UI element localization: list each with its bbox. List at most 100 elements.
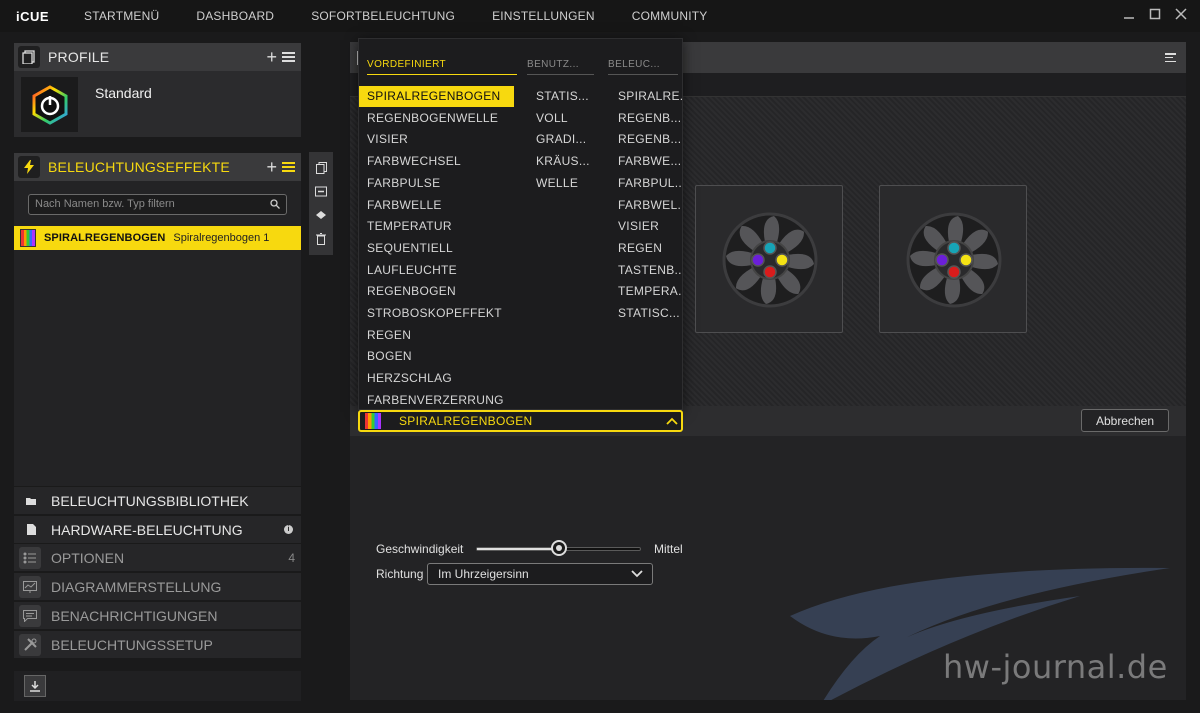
effect-option[interactable]: TEMPERA... [618, 281, 682, 302]
effect-option[interactable]: LAUFLEUCHTE [359, 260, 514, 281]
effect-option[interactable]: STATISC... [618, 303, 682, 324]
options-list-icon [19, 546, 41, 569]
nav-settings[interactable]: EINSTELLUNGEN [492, 9, 595, 23]
add-profile-icon[interactable]: + [266, 48, 277, 66]
effect-option[interactable]: REGEN [618, 238, 682, 259]
notifications-section[interactable]: BENACHRICHTIGUNGEN [14, 601, 301, 629]
options-count: 4 [288, 550, 295, 565]
effects-header-title: BELEUCHTUNGSEFFEKTE [48, 159, 230, 175]
effect-option[interactable]: VOLL [536, 108, 606, 129]
effect-search-input[interactable]: Nach Namen bzw. Typ filtern [28, 194, 287, 215]
effect-option[interactable]: FARBWECHSEL [359, 151, 514, 172]
effect-tool-strip [309, 152, 333, 255]
speed-slider-handle[interactable] [550, 540, 567, 556]
hardware-lighting-section[interactable]: HARDWARE-BELEUCHTUNG i [14, 515, 301, 543]
effect-option[interactable]: SPIRALRE... [618, 86, 682, 107]
tab-lighting[interactable]: BELEUC... [608, 59, 678, 75]
add-effect-icon[interactable]: + [266, 158, 277, 176]
monitor-chart-icon [19, 575, 41, 598]
copy-icon[interactable] [315, 161, 327, 174]
effect-option[interactable]: STATIS... [536, 86, 606, 107]
section-title: BELEUCHTUNGSSETUP [51, 636, 213, 653]
effects-list: Nach Namen bzw. Typ filtern SPIRALREGENB… [14, 181, 301, 486]
section-title: DIAGRAMMERSTELLUNG [51, 578, 222, 595]
document-icon [24, 524, 38, 535]
effect-option[interactable]: REGENB... [618, 108, 682, 129]
diagram-section[interactable]: DIAGRAMMERSTELLUNG [14, 572, 301, 600]
lightning-icon [18, 156, 40, 178]
speed-label: Geschwindigkeit [376, 542, 464, 556]
lighting-library-section[interactable]: BELEUCHTUNGSBIBLIOTHEK [14, 486, 301, 514]
fan-device-2[interactable] [879, 185, 1027, 333]
profile-menu-icon[interactable] [282, 52, 295, 62]
profile-card[interactable]: Standard [14, 71, 301, 137]
fan-device-1[interactable] [695, 185, 843, 333]
profile-header: PROFILE + [14, 43, 301, 71]
cancel-button[interactable]: Abbrechen [1081, 409, 1169, 432]
effect-option[interactable]: STROBOSKOPEFFEKT [359, 303, 514, 324]
effect-option[interactable]: REGENBOGEN [359, 281, 514, 302]
effect-option[interactable]: REGENBOGENWELLE [359, 108, 514, 129]
effect-option[interactable]: VISIER [359, 129, 514, 150]
effect-list-item[interactable]: SPIRALREGENBOGEN Spiralregenbogen 1 [14, 226, 301, 250]
effect-name: Spiralregenbogen 1 [173, 232, 270, 244]
tab-custom[interactable]: BENUTZ... [527, 59, 594, 75]
effect-option[interactable]: BOGEN [359, 346, 514, 367]
effect-option[interactable]: FARBENVERZERRUNG [359, 390, 514, 411]
layers-icon[interactable] [315, 209, 327, 221]
rainbow-swatch-icon [365, 413, 381, 429]
direction-dropdown[interactable]: Im Uhrzeigersinn [427, 563, 653, 585]
effect-option[interactable]: FARBWEL... [618, 195, 682, 216]
profile-header-title: PROFILE [48, 49, 110, 65]
nav-dashboard[interactable]: DASHBOARD [196, 9, 274, 23]
tools-icon [19, 633, 41, 656]
effect-type-select[interactable]: SPIRALREGENBOGEN [358, 410, 683, 432]
profile-avatar [21, 77, 78, 132]
close-icon[interactable] [1174, 7, 1188, 21]
effect-type-value: SPIRALREGENBOGEN [399, 414, 533, 428]
speed-value: Mittel [654, 542, 683, 556]
effect-option[interactable]: SEQUENTIELL [359, 238, 514, 259]
search-icon [270, 199, 280, 209]
search-placeholder: Nach Namen bzw. Typ filtern [35, 198, 175, 210]
effects-header: BELEUCHTUNGSEFFEKTE + [14, 153, 301, 181]
effect-option[interactable]: HERZSCHLAG [359, 368, 514, 389]
rainbow-swatch-icon [20, 229, 36, 247]
profile-name: Standard [95, 85, 152, 101]
effect-type-popup: VORDEFINIERT BENUTZ... BELEUC... SPIRALR… [358, 38, 683, 410]
window-controls [1122, 7, 1188, 21]
nav-startmenu[interactable]: STARTMENÜ [84, 9, 159, 23]
effect-option[interactable]: VISIER [618, 216, 682, 237]
nav-instant-lighting[interactable]: SOFORTBELEUCHTUNG [311, 9, 455, 23]
nav-community[interactable]: COMMUNITY [632, 9, 708, 23]
minimize-icon[interactable] [1122, 7, 1136, 21]
maximize-icon[interactable] [1148, 7, 1162, 21]
effect-option[interactable]: WELLE [536, 173, 606, 194]
effect-option[interactable]: FARBPUL... [618, 173, 682, 194]
effect-option[interactable]: FARBWELLE [359, 195, 514, 216]
section-title: BELEUCHTUNGSBIBLIOTHEK [51, 492, 249, 509]
direction-label: Richtung [376, 567, 424, 581]
direction-value: Im Uhrzeigersinn [438, 567, 529, 581]
section-title: BENACHRICHTIGUNGEN [51, 607, 218, 624]
lighting-setup-section[interactable]: BELEUCHTUNGSSETUP [14, 630, 301, 658]
trash-icon[interactable] [315, 233, 327, 246]
effect-option[interactable]: FARBPULSE [359, 173, 514, 194]
chevron-down-icon [631, 570, 643, 578]
paste-icon[interactable] [315, 186, 327, 198]
download-icon[interactable] [24, 675, 46, 697]
effect-option[interactable]: REGEN [359, 325, 514, 346]
effect-option[interactable]: GRADI... [536, 129, 606, 150]
effects-menu-icon[interactable] [282, 162, 295, 172]
tab-predefined[interactable]: VORDEFINIERT [367, 59, 517, 75]
options-section[interactable]: OPTIONEN 4 [14, 543, 301, 571]
effect-option[interactable]: REGENB... [618, 129, 682, 150]
effect-option[interactable]: KRÄUS... [536, 151, 606, 172]
effect-option-selected[interactable]: SPIRALREGENBOGEN [359, 86, 514, 107]
info-icon[interactable]: i [284, 525, 293, 534]
effect-option[interactable]: FARBWE... [618, 151, 682, 172]
preview-menu-icon[interactable] [1165, 53, 1176, 62]
effect-option[interactable]: TEMPERATUR [359, 216, 514, 237]
effect-option[interactable]: TASTENB... [618, 260, 682, 281]
section-title: HARDWARE-BELEUCHTUNG [51, 521, 243, 538]
